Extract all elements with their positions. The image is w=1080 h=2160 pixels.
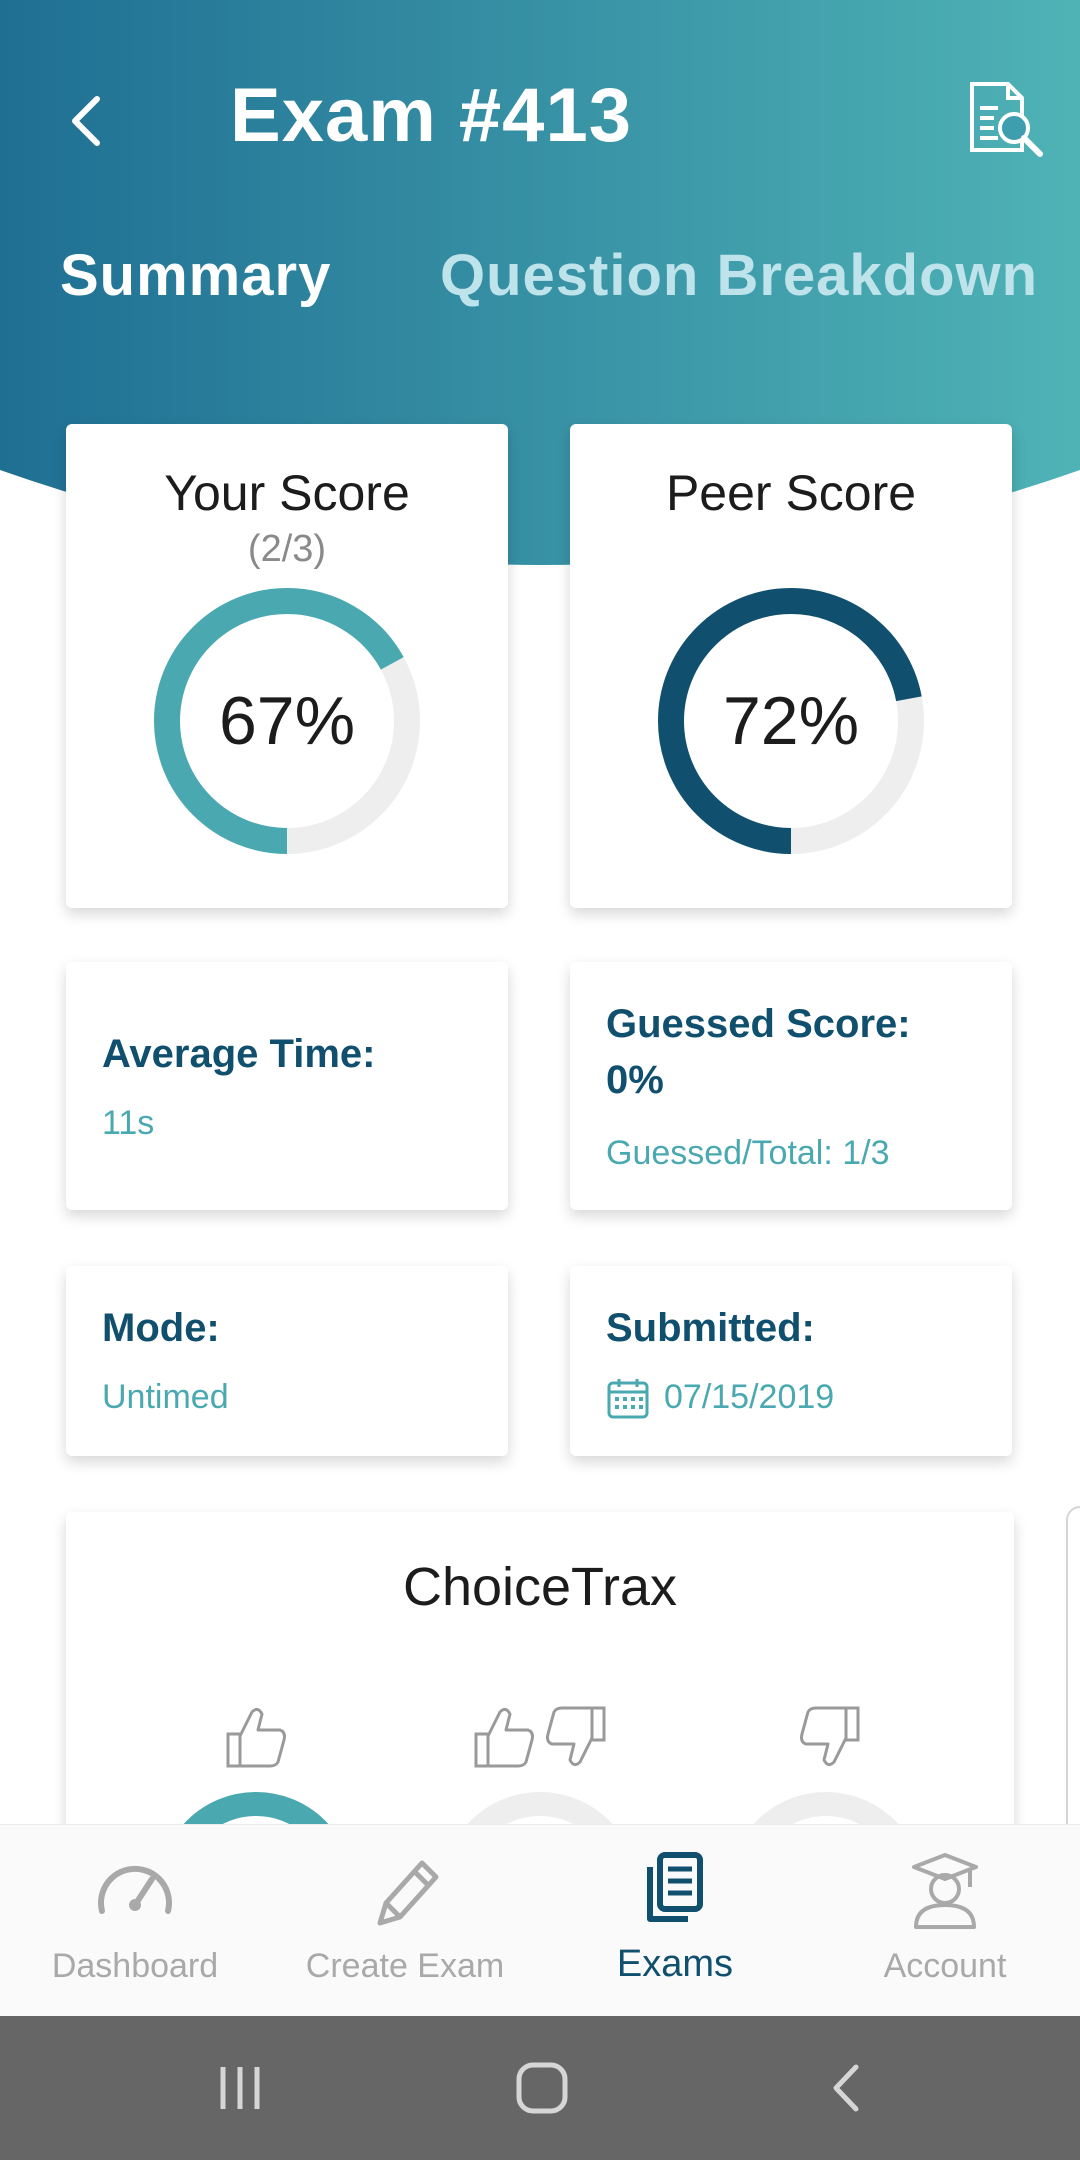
mode-card: Mode: Untimed (66, 1266, 508, 1456)
submitted-label: Submitted: (606, 1306, 815, 1350)
your-score-percent: 67% (218, 683, 356, 759)
thumbs-up-down-icon (474, 1706, 606, 1768)
nav-create-exam[interactable]: Create Exam (270, 1825, 540, 2017)
recent-apps-button[interactable] (180, 2046, 300, 2130)
page-title: Exam #413 (230, 73, 632, 158)
guessed-score-value: 0% (606, 1058, 664, 1102)
submitted-date: 07/15/2019 (664, 1378, 835, 1416)
peer-score-title: Peer Score (665, 465, 917, 521)
home-icon (516, 2062, 568, 2114)
back-icon (833, 2064, 859, 2112)
guessed-score-card: Guessed Score: 0% Guessed/Total: 1/3 (570, 962, 1012, 1210)
back-button[interactable] (56, 86, 116, 156)
nav-create-exam-label: Create Exam (305, 1947, 505, 1985)
tab-summary[interactable]: Summary (60, 242, 331, 309)
pencil-icon (377, 1860, 439, 1926)
average-time-label: Average Time: (102, 1032, 376, 1076)
guessed-total-detail: Guessed/Total: 1/3 (606, 1134, 890, 1172)
your-score-title: Your Score (164, 465, 410, 521)
mode-label: Mode: (102, 1306, 220, 1350)
mode-value: Untimed (102, 1378, 229, 1416)
average-time-card: Average Time: 11s (66, 962, 508, 1210)
speedometer-icon (98, 1865, 172, 1914)
guessed-score-label: Guessed Score: (606, 1002, 911, 1046)
home-button[interactable] (482, 2046, 602, 2130)
calendar-icon (607, 1379, 649, 1419)
system-navigation-bar (0, 2016, 1080, 2160)
nav-exams[interactable]: Exams (540, 1825, 810, 2017)
nav-account[interactable]: Account (810, 1825, 1080, 2017)
thumbs-up-icon (226, 1707, 286, 1768)
document-search-icon (970, 82, 1043, 157)
peer-score-card: Peer Score 72% (570, 424, 1012, 908)
submitted-card: Submitted: 07/15/2019 (570, 1266, 1012, 1456)
system-back-button[interactable] (786, 2046, 906, 2130)
peer-score-percent: 72% (722, 683, 860, 759)
your-score-card: Your Score (2/3) 67% (66, 424, 508, 908)
nav-dashboard[interactable]: Dashboard (0, 1825, 270, 2017)
chevron-left-icon (72, 96, 100, 146)
your-score-fraction: (2/3) (247, 528, 327, 570)
tab-question-breakdown[interactable]: Question Breakdown (440, 242, 1038, 309)
nav-account-label: Account (883, 1947, 1007, 1985)
choicetrax-title: ChoiceTrax (402, 1557, 678, 1617)
bottom-navigation: Dashboard Create Exam Exams Account (0, 1824, 1080, 2016)
nav-exams-label: Exams (616, 1943, 734, 1985)
thumbs-down-icon (800, 1706, 860, 1767)
recent-apps-icon (220, 2067, 260, 2109)
report-button[interactable] (964, 80, 1046, 162)
nav-dashboard-label: Dashboard (51, 1947, 219, 1985)
average-time-value: 11s (102, 1104, 155, 1142)
graduate-icon (912, 1853, 978, 1929)
documents-icon (647, 1852, 703, 1922)
